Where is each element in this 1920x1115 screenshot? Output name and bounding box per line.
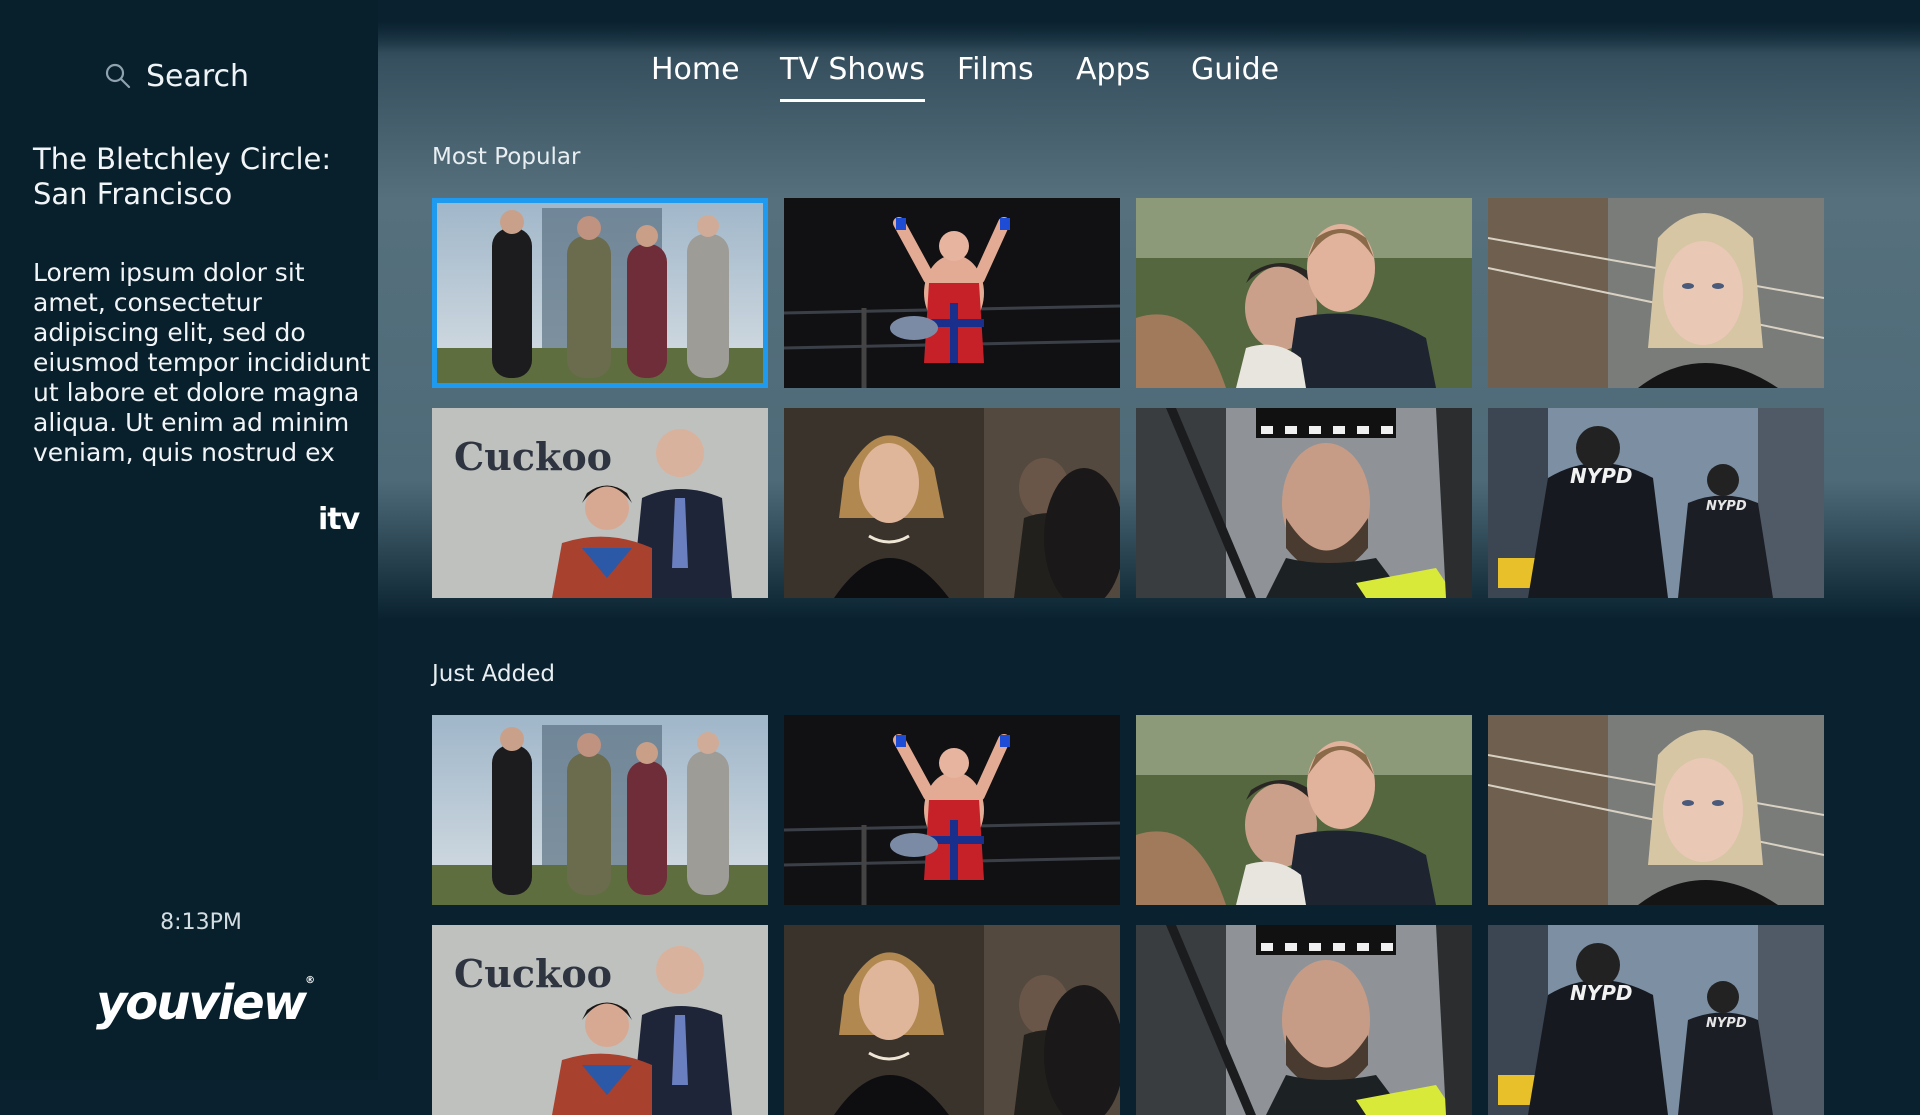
tile-row	[432, 198, 1832, 388]
nav-films[interactable]: Films	[957, 52, 1034, 99]
svg-text:NYPD: NYPD	[1706, 1016, 1747, 1031]
search-label: Search	[146, 58, 250, 94]
poster-artwork: Cuckoo	[432, 925, 768, 1115]
poster-tile[interactable]: Cuckoo	[432, 925, 768, 1115]
poster-tile[interactable]	[1488, 198, 1824, 388]
main-content: Home TV Shows Films Apps Guide Most Popu…	[378, 0, 1920, 1115]
tile-row	[432, 715, 1832, 905]
top-strip	[378, 0, 1920, 52]
poster-tile[interactable]	[1136, 408, 1472, 598]
poster-artwork	[1136, 198, 1472, 388]
poster-artwork: Cuckoo	[432, 408, 768, 598]
section-title-just-added: Just Added	[432, 661, 555, 687]
svg-text:Cuckoo: Cuckoo	[454, 434, 612, 479]
poster-tile[interactable]: NYPD NYPD	[1488, 925, 1824, 1115]
section-title-most-popular: Most Popular	[432, 144, 581, 170]
show-title: The Bletchley Circle: San Francisco	[33, 142, 332, 211]
poster-tile[interactable]	[784, 408, 1120, 598]
registered-mark: ®	[305, 975, 315, 986]
poster-artwork	[784, 925, 1120, 1115]
show-description: Lorem ipsum dolor sit amet, consectetur …	[33, 258, 371, 467]
tile-row: Cuckoo NYPD NYPD	[432, 408, 1832, 598]
poster-artwork	[432, 715, 768, 905]
itv-logo: itv	[318, 502, 360, 537]
poster-artwork	[432, 198, 768, 388]
poster-artwork	[1136, 715, 1472, 905]
nav-home[interactable]: Home	[651, 52, 740, 99]
poster-tile[interactable]	[1136, 925, 1472, 1115]
nav-tv-shows[interactable]: TV Shows	[780, 52, 925, 102]
poster-artwork	[1136, 408, 1472, 598]
svg-text:NYPD: NYPD	[1570, 981, 1632, 1005]
poster-artwork	[784, 198, 1120, 388]
poster-artwork	[1488, 198, 1824, 388]
nav-guide[interactable]: Guide	[1191, 52, 1279, 99]
poster-artwork	[784, 715, 1120, 905]
nav-apps[interactable]: Apps	[1076, 52, 1150, 99]
poster-tile[interactable]	[432, 198, 768, 388]
poster-artwork: NYPD NYPD	[1488, 408, 1824, 598]
youview-logo: youview®	[96, 975, 315, 1031]
poster-artwork	[784, 408, 1120, 598]
poster-tile[interactable]	[1488, 715, 1824, 905]
youview-wordmark: youview	[96, 975, 307, 1031]
poster-tile[interactable]	[1136, 715, 1472, 905]
search-button[interactable]: Search	[104, 54, 249, 98]
poster-tile[interactable]: Cuckoo	[432, 408, 768, 598]
poster-tile[interactable]	[784, 925, 1120, 1115]
poster-artwork	[1136, 925, 1472, 1115]
svg-text:NYPD: NYPD	[1570, 464, 1632, 488]
svg-text:Cuckoo: Cuckoo	[454, 951, 612, 996]
clock: 8:13PM	[160, 910, 242, 935]
poster-tile[interactable]	[784, 198, 1120, 388]
poster-tile[interactable]	[432, 715, 768, 905]
poster-tile[interactable]	[1136, 198, 1472, 388]
svg-text:NYPD: NYPD	[1706, 499, 1747, 514]
poster-tile[interactable]	[784, 715, 1120, 905]
sidebar: Search The Bletchley Circle: San Francis…	[0, 0, 378, 1080]
poster-tile[interactable]: NYPD NYPD	[1488, 408, 1824, 598]
top-nav: Home TV Shows Films Apps Guide	[378, 52, 1920, 108]
poster-artwork: NYPD NYPD	[1488, 925, 1824, 1115]
poster-artwork	[1488, 715, 1824, 905]
tile-row: Cuckoo NYPD NYPD	[432, 925, 1832, 1115]
search-icon	[105, 63, 131, 89]
